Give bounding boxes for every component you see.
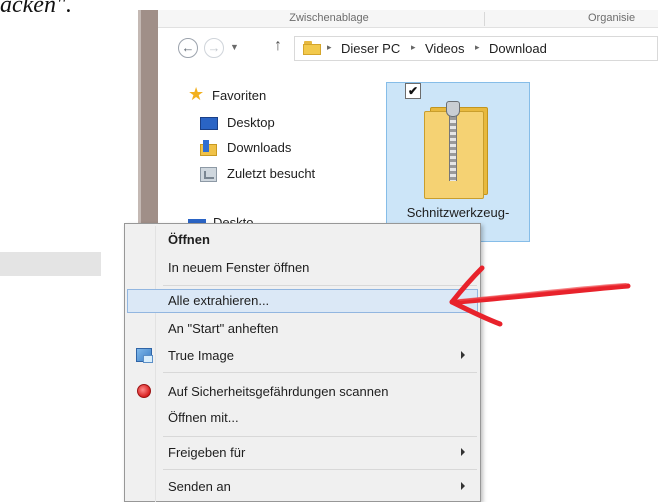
back-button[interactable]: ← (178, 38, 198, 58)
caption-text: acken". (0, 0, 73, 18)
submenu-arrow-icon (461, 351, 465, 359)
menu-item-label: In neuem Fenster öffnen (168, 260, 310, 275)
nav-item-label: Downloads (227, 140, 292, 155)
red-arrow-annotation (449, 265, 631, 327)
menu-item-label: Auf Sicherheitsgefährdungen scannen (168, 384, 389, 399)
menu-separator (163, 436, 477, 437)
menu-item-label: Öffnen (168, 232, 210, 247)
item-checkbox[interactable]: ✔ (405, 83, 421, 99)
breadcrumb-dieser-pc[interactable]: Dieser PC (341, 41, 400, 56)
breadcrumb-separator: ▸ (411, 42, 416, 52)
menu-item-true-image[interactable]: True Image (127, 344, 478, 368)
breadcrumb-separator: ▸ (327, 42, 332, 52)
file-name-line1: Schnitzwerkzeug- (406, 205, 510, 220)
menu-item-send-to[interactable]: Senden an (127, 475, 478, 499)
menu-item-label: Freigeben für (168, 445, 246, 460)
menu-item-pin-to-start[interactable]: An "Start" anheften (127, 317, 478, 341)
zip-file-item[interactable]: ✔ Schnitzwerkzeug- en (386, 82, 530, 242)
navigation-bar: ← → ▼ ↑ ▸ Dieser PC ▸ Videos ▸ Download (158, 34, 658, 66)
menu-item-open[interactable]: Öffnen (127, 228, 478, 252)
nav-item-label: Desktop (227, 115, 275, 130)
up-button[interactable]: ↑ (274, 37, 282, 55)
menu-item-label: An "Start" anheften (168, 321, 279, 336)
menu-item-share-with[interactable]: Freigeben für (127, 441, 478, 465)
nav-item-label: Favoriten (212, 88, 267, 103)
zip-folder-icon (422, 99, 492, 199)
ribbon-group-organize: Organisie (588, 12, 636, 24)
menu-separator (163, 469, 477, 470)
background-window-strip (0, 252, 101, 276)
menu-item-security-scan[interactable]: Auf Sicherheitsgefährdungen scannen (127, 380, 478, 404)
breadcrumb-videos[interactable]: Videos (425, 41, 465, 56)
recent-locations-dropdown[interactable]: ▼ (230, 42, 239, 52)
menu-item-label: Öffnen mit... (168, 410, 239, 425)
menu-separator (163, 372, 477, 373)
menu-separator (163, 285, 477, 286)
submenu-arrow-icon (461, 482, 465, 490)
menu-item-label: Senden an (168, 479, 231, 494)
breadcrumb-separator: ▸ (475, 42, 480, 52)
breadcrumb-download[interactable]: Download (489, 41, 547, 56)
true-image-icon (136, 348, 153, 363)
desktop-icon (200, 117, 218, 130)
ribbon: Zwischenablage Organisie (158, 10, 658, 28)
menu-item-open-with[interactable]: Öffnen mit... (127, 406, 478, 430)
ribbon-group-clipboard: Zwischenablage (289, 12, 369, 24)
menu-item-open-new-window[interactable]: In neuem Fenster öffnen (127, 256, 478, 280)
downloads-folder-icon (200, 140, 217, 156)
ribbon-divider (484, 12, 485, 26)
context-menu: Öffnen In neuem Fenster öffnen Alle extr… (124, 223, 481, 502)
forward-button[interactable]: → (204, 38, 224, 58)
menu-item-label: True Image (168, 348, 234, 363)
folder-icon (303, 41, 321, 55)
nav-item-label: Zuletzt besucht (227, 166, 316, 181)
recent-places-icon (200, 167, 217, 182)
address-bar[interactable]: ▸ Dieser PC ▸ Videos ▸ Download (294, 36, 658, 61)
virus-scan-icon (137, 384, 151, 398)
menu-item-label: Alle extrahieren... (168, 293, 270, 308)
star-icon: ★ (188, 84, 205, 104)
submenu-arrow-icon (461, 448, 465, 456)
menu-item-extract-all[interactable]: Alle extrahieren... (127, 289, 478, 313)
